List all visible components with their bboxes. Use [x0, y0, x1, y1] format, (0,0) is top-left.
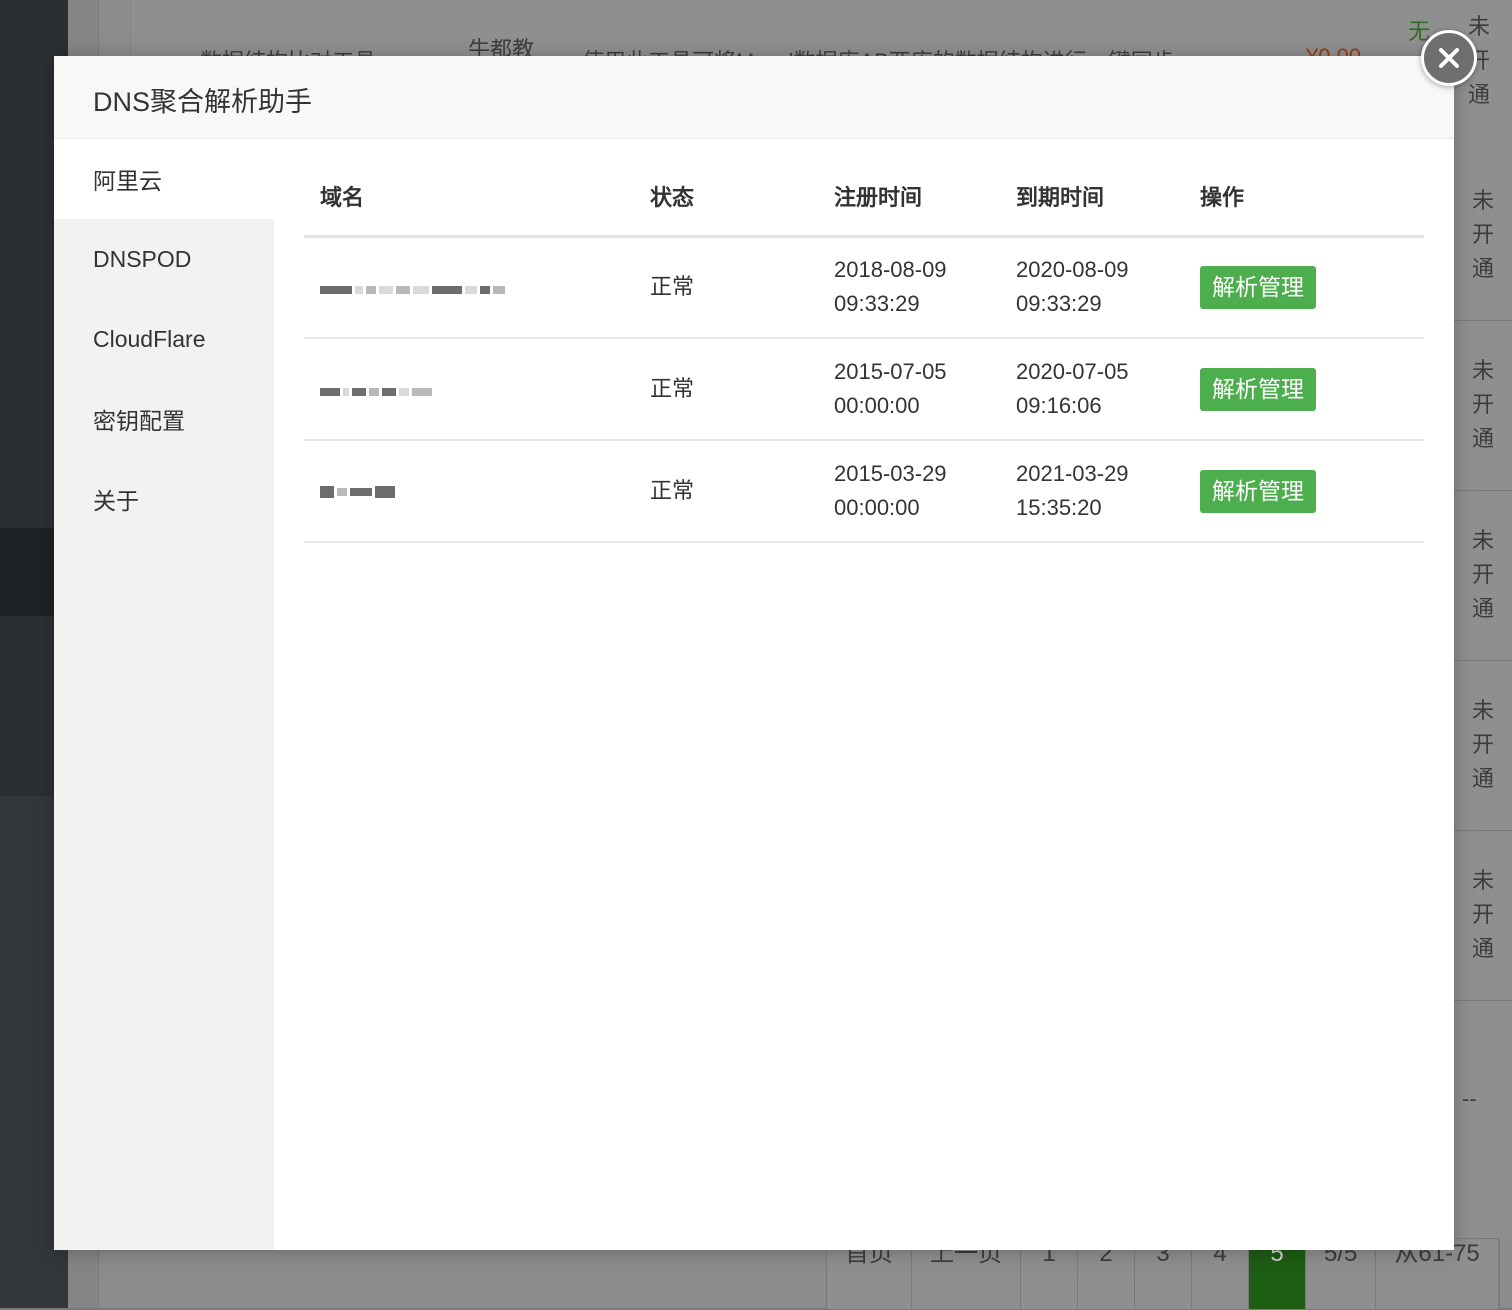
- sidebar-item-key-config[interactable]: 密钥配置: [54, 379, 274, 459]
- status-cell: 正常: [634, 338, 818, 441]
- sidebar-item-about[interactable]: 关于: [54, 459, 274, 539]
- sidebar-item-dnspod[interactable]: DNSPOD: [54, 219, 274, 299]
- status-cell: 正常: [634, 236, 818, 339]
- action-cell: 解析管理: [1184, 236, 1424, 339]
- header-status: 状态: [634, 139, 818, 238]
- modal-close-button[interactable]: [1421, 30, 1477, 86]
- sidebar-item-label: 阿里云: [93, 168, 162, 194]
- domain-cell: [304, 236, 634, 339]
- background-cell: 未开通: [1454, 150, 1512, 321]
- background-cell: 未开通: [1454, 490, 1512, 661]
- sidebar-item-label: CloudFlare: [93, 325, 206, 352]
- background-cell: 未开通: [1454, 830, 1512, 1001]
- sidebar-item-aliyun[interactable]: 阿里云: [54, 139, 274, 219]
- sidebar-item-label: 密钥配置: [93, 408, 185, 434]
- exp-time-cell: 2020-08-09 09:33:29: [1000, 236, 1184, 339]
- modal-header: DNS聚合解析助手: [54, 56, 1454, 139]
- reg-time-cell: 2018-08-09 09:33:29: [818, 236, 1000, 339]
- background-cell: 未开通: [1454, 660, 1512, 831]
- action-cell: 解析管理: [1184, 338, 1424, 441]
- reg-time-cell: 2015-07-05 00:00:00: [818, 338, 1000, 441]
- exp-time-cell: 2021-03-29 15:35:20: [1000, 440, 1184, 543]
- domain-cell: [304, 338, 634, 441]
- sidebar-item-cloudflare[interactable]: CloudFlare: [54, 299, 274, 379]
- modal-title: DNS聚合解析助手: [93, 87, 313, 117]
- header-reg-time: 注册时间: [818, 139, 1000, 238]
- domain-cell: [304, 440, 634, 543]
- domain-table: 域名 状态 注册时间 到期时间 操作 正常 2018-08-09 09:33:29: [304, 139, 1424, 543]
- blurred-domain: [320, 384, 432, 400]
- blurred-domain: [320, 484, 395, 500]
- header-exp-time: 到期时间: [1000, 139, 1184, 238]
- dns-manage-button[interactable]: 解析管理: [1200, 367, 1316, 411]
- action-cell: 解析管理: [1184, 440, 1424, 543]
- background-cell: 未开通: [1454, 320, 1512, 491]
- dns-modal: DNS聚合解析助手 阿里云 DNSPOD CloudFlare 密钥配置 关于 …: [54, 56, 1454, 1250]
- exp-time-cell: 2020-07-05 09:16:06: [1000, 338, 1184, 441]
- header-action: 操作: [1184, 139, 1424, 238]
- close-icon: [1439, 48, 1459, 68]
- background-cell-dash: --: [1462, 1086, 1477, 1111]
- modal-sidebar: 阿里云 DNSPOD CloudFlare 密钥配置 关于: [54, 139, 274, 1250]
- table-header-row: 域名 状态 注册时间 到期时间 操作: [304, 139, 1424, 238]
- dns-manage-button[interactable]: 解析管理: [1200, 265, 1316, 309]
- table-row: 正常 2015-03-29 00:00:00 2021-03-29 15:35:20…: [304, 440, 1424, 543]
- sidebar-item-label: 关于: [93, 488, 139, 514]
- domain-table-area: 域名 状态 注册时间 到期时间 操作 正常 2018-08-09 09:33:29: [304, 139, 1424, 543]
- sidebar-item-label: DNSPOD: [93, 245, 192, 272]
- table-row: 正常 2018-08-09 09:33:29 2020-08-09 09:33:29…: [304, 236, 1424, 339]
- status-cell: 正常: [634, 440, 818, 543]
- header-domain: 域名: [304, 139, 634, 238]
- table-row: 正常 2015-07-05 00:00:00 2020-07-05 09:16:06…: [304, 338, 1424, 441]
- blurred-domain: [320, 282, 505, 298]
- reg-time-cell: 2015-03-29 00:00:00: [818, 440, 1000, 543]
- dns-manage-button[interactable]: 解析管理: [1200, 469, 1316, 513]
